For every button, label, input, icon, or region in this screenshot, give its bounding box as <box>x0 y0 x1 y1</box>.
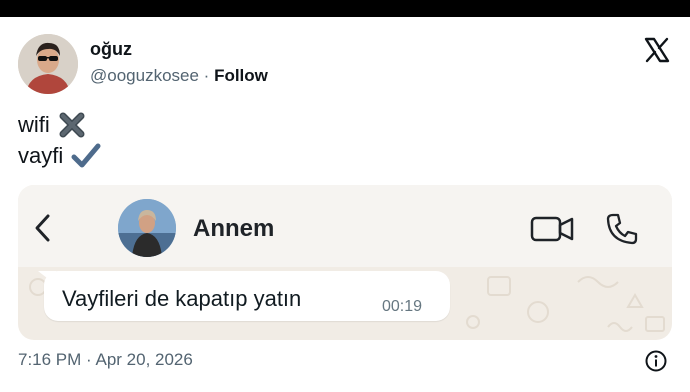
info-icon[interactable] <box>645 350 667 372</box>
message-time: 00:19 <box>382 298 423 315</box>
back-chevron-icon[interactable] <box>33 213 51 243</box>
contact-avatar[interactable] <box>118 199 176 257</box>
author-name[interactable]: oğuz <box>90 39 132 60</box>
chat-screenshot-card[interactable]: Annem Vayfileri de kapatıp yatın 00:19 <box>18 185 672 340</box>
author-handle-row: @ooguzkosee · Follow <box>90 66 268 86</box>
tweet-timestamp[interactable]: 7:16 PM · Apr 20, 2026 <box>18 350 193 370</box>
x-logo-icon[interactable] <box>643 36 671 64</box>
tweet-line-2-text: vayfi <box>18 143 64 168</box>
contact-name[interactable]: Annem <box>193 215 274 243</box>
tweet-line-1: wifi <box>18 112 86 138</box>
tweet-line-2: vayfi <box>18 143 101 169</box>
top-black-bar <box>0 0 690 17</box>
video-call-icon[interactable] <box>530 215 574 243</box>
handle-separator: · <box>198 66 215 85</box>
author-avatar[interactable] <box>18 34 78 94</box>
phone-call-icon[interactable] <box>605 212 639 246</box>
message-text: Vayfileri de kapatıp yatın <box>62 286 302 311</box>
cross-mark-icon <box>58 112 86 138</box>
tweet-line-1-text: wifi <box>18 112 50 137</box>
check-mark-icon <box>71 143 101 169</box>
follow-button[interactable]: Follow <box>214 66 268 85</box>
author-handle[interactable]: @ooguzkosee <box>90 66 199 85</box>
